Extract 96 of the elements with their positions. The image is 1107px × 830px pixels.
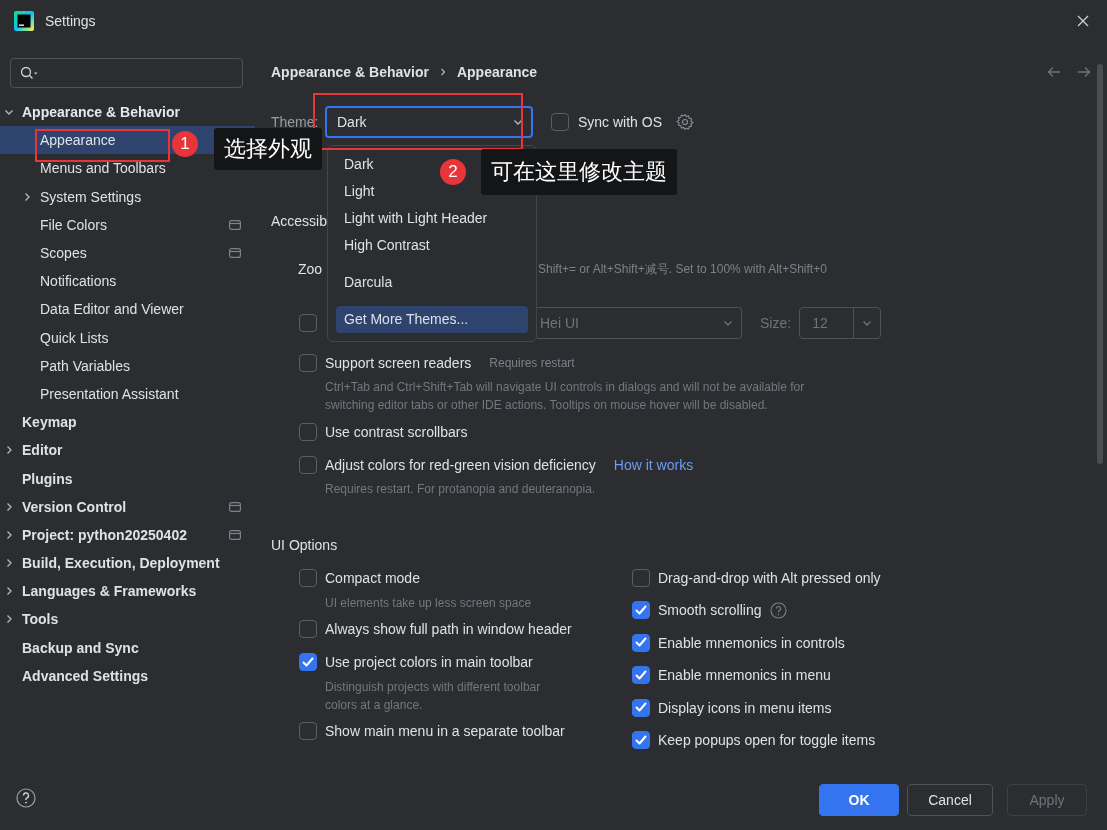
tree-item[interactable]: Scopes xyxy=(0,238,255,268)
close-icon[interactable] xyxy=(1077,15,1089,27)
checkbox[interactable] xyxy=(632,731,650,750)
hint-text: Shift+= or Alt+Shift+减号. Set to 100% with Alt+Shift+0 xyxy=(538,260,827,278)
window-icon xyxy=(229,248,241,259)
breadcrumb-item: Appearance xyxy=(456,64,538,80)
tree-item[interactable]: Presentation Assistant xyxy=(0,379,255,409)
tree-item[interactable]: File Colors xyxy=(0,210,255,239)
checkbox-label[interactable]: Always show full path in window header xyxy=(325,621,572,637)
checkbox-label[interactable]: Smooth scrolling xyxy=(658,602,762,619)
chevron-right-icon[interactable] xyxy=(4,558,14,569)
menu-item[interactable]: Light with Light Header xyxy=(336,205,528,232)
callout-tooltip: 选择外观 xyxy=(214,128,322,170)
tree-item[interactable]: Languages & Frameworks xyxy=(0,577,255,606)
tree-item[interactable]: Tools xyxy=(0,605,255,634)
tree-item[interactable]: Build, Execution, Deployment xyxy=(0,549,255,578)
settings-icon[interactable] xyxy=(676,113,695,131)
tree-item[interactable]: System Settings xyxy=(0,182,255,211)
how-it-works-link[interactable]: How it works xyxy=(613,457,694,473)
chevron-icon xyxy=(513,117,523,127)
dialog-button[interactable]: Cancel xyxy=(907,784,993,816)
checkbox[interactable] xyxy=(551,113,569,131)
window-icon xyxy=(229,501,241,512)
field-label: Size: xyxy=(760,315,792,331)
checkbox[interactable] xyxy=(299,456,317,474)
chevron-right-icon[interactable] xyxy=(4,586,14,597)
chevron-icon xyxy=(723,318,733,328)
checkbox-label[interactable]: Compact mode xyxy=(325,569,420,586)
app-icon xyxy=(14,11,34,31)
checkbox-label[interactable]: Enable mnemonics in controls xyxy=(658,634,845,651)
window-icon xyxy=(229,529,241,540)
menu-item[interactable]: High Contrast xyxy=(336,232,528,259)
tree-item[interactable]: Editor xyxy=(0,436,255,465)
checkbox-label[interactable]: Keep popups open for toggle items xyxy=(658,732,876,749)
tree-item[interactable]: Plugins xyxy=(0,464,255,493)
chevron-right-icon[interactable] xyxy=(22,191,32,202)
chevron-icon xyxy=(862,318,873,328)
checkbox-label[interactable]: Enable mnemonics in menu xyxy=(658,667,831,684)
tree-item[interactable]: Notifications xyxy=(0,267,255,296)
checkbox[interactable] xyxy=(632,633,650,652)
chevron-icon xyxy=(438,67,447,77)
checkbox-label[interactable]: Use contrast scrollbars xyxy=(325,424,468,440)
checkbox[interactable] xyxy=(632,568,650,587)
tree-item[interactable]: Data Editor and Viewer xyxy=(0,295,255,324)
search-icon xyxy=(20,66,38,80)
checkbox-label[interactable]: Adjust colors for red-green vision deficiency xyxy=(325,457,596,473)
field-label: Zoo xyxy=(298,261,324,277)
checkbox[interactable] xyxy=(632,666,650,685)
checkbox[interactable] xyxy=(299,314,317,332)
checkbox-label[interactable]: Sync with OS xyxy=(578,114,663,130)
checkbox[interactable] xyxy=(299,568,317,587)
menu-item[interactable]: Darcula xyxy=(336,269,528,296)
tree-item[interactable]: Advanced Settings xyxy=(0,661,255,690)
tree-item[interactable]: Appearance & Behavior xyxy=(0,98,255,127)
tree-item[interactable]: Backup and Sync xyxy=(0,633,255,662)
checkbox[interactable] xyxy=(632,601,650,620)
breadcrumb-item[interactable]: Appearance & Behavior xyxy=(271,64,429,80)
checkbox[interactable] xyxy=(299,620,317,638)
checkbox-label[interactable]: Display icons in menu items xyxy=(658,699,832,716)
window-title: Settings xyxy=(45,13,96,29)
tree-item[interactable]: Path Variables xyxy=(0,351,255,380)
checkbox[interactable] xyxy=(299,423,317,441)
chevron-right-icon[interactable] xyxy=(4,445,14,456)
chevron-right-icon[interactable] xyxy=(4,501,14,512)
help-icon[interactable] xyxy=(16,788,36,808)
note-text: Requires restart xyxy=(489,356,575,370)
tree-item[interactable]: Keymap xyxy=(0,408,255,437)
tree-item[interactable]: Project: python20250402 xyxy=(0,520,255,549)
help-icon[interactable] xyxy=(769,601,787,619)
option-description: Ctrl+Tab and Ctrl+Shift+Tab will navigate UI controls in dialogs and will not be available for switching editor tabs or other IDE actions. Tooltips on mouse hover will be disabled. xyxy=(325,379,805,414)
forward-arrow-icon[interactable] xyxy=(1077,66,1091,78)
option-description: Distinguish projects with different toolbar colors at a glance. xyxy=(325,679,542,714)
callout-tooltip: 可在这里修改主题 xyxy=(481,149,677,195)
chevron-right-icon[interactable] xyxy=(4,529,14,540)
chevron-right-icon[interactable] xyxy=(4,614,14,625)
theme-dropdown[interactable]: Dark xyxy=(325,106,533,138)
menu-item[interactable]: Get More Themes... xyxy=(336,306,528,333)
checkbox[interactable] xyxy=(299,354,317,372)
checkbox-label[interactable]: Drag-and-drop with Alt pressed only xyxy=(658,569,881,586)
search-field[interactable] xyxy=(10,58,243,88)
option-description: Requires restart. For protanopia and deuteranopia. xyxy=(325,481,597,498)
checkbox-label[interactable]: Show main menu in a separate toolbar xyxy=(325,723,565,739)
window-icon xyxy=(229,219,241,230)
tree-item[interactable]: Version Control xyxy=(0,492,255,521)
scrollbar-thumb[interactable] xyxy=(1097,64,1103,464)
section-heading: UI Options xyxy=(271,535,339,555)
checkbox[interactable] xyxy=(299,722,317,740)
tree-item[interactable]: Quick Lists xyxy=(0,323,255,352)
checkbox[interactable] xyxy=(299,653,317,671)
checkbox-label[interactable]: Support screen readers xyxy=(325,355,472,371)
section-heading: Accessib xyxy=(271,212,328,231)
checkbox-label[interactable]: Use project colors in main toolbar xyxy=(325,654,533,670)
checkbox[interactable] xyxy=(632,698,650,717)
dialog-button[interactable]: OK xyxy=(819,784,899,816)
option-description: UI elements take up less screen space xyxy=(325,594,533,612)
back-arrow-icon[interactable] xyxy=(1047,66,1061,78)
